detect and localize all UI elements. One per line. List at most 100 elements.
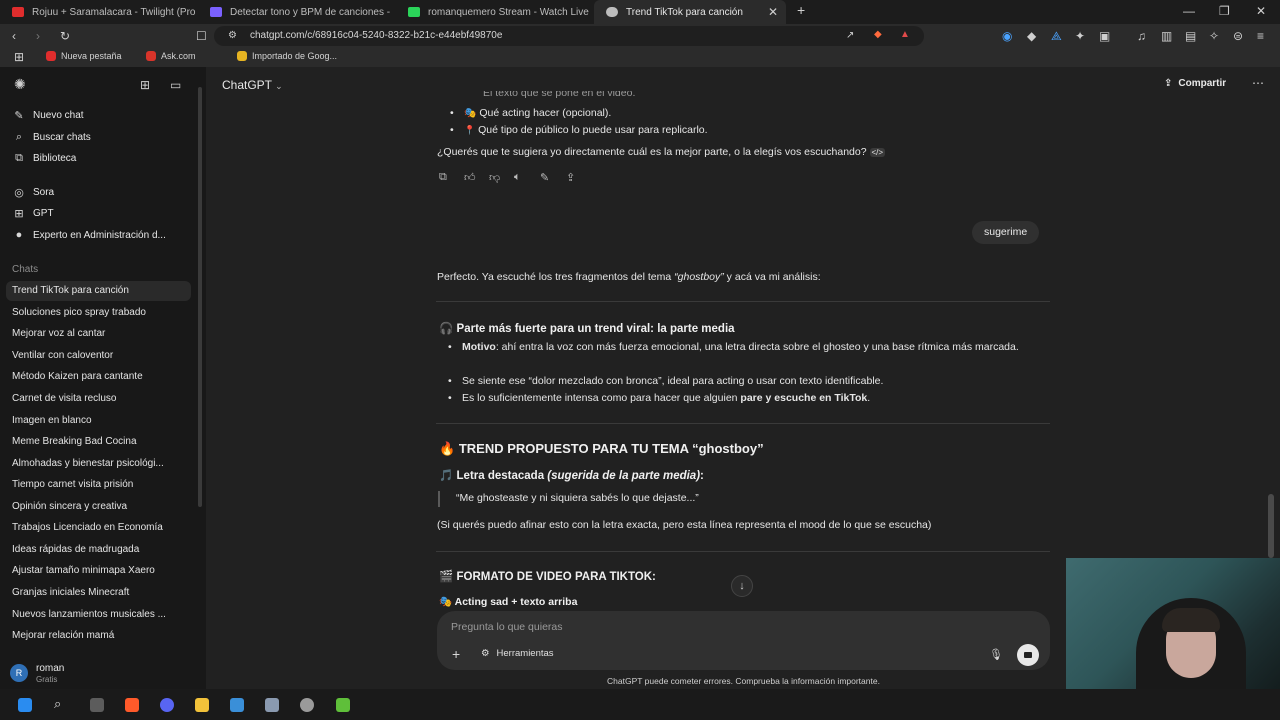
heading-text: FORMATO DE VIDEO PARA TIKTOK: [456,571,656,583]
sidebar-toggle-icon[interactable]: ▥ [1161,30,1172,42]
tools-button[interactable]: ⚙ Herramientas [481,648,554,659]
sidebar-item-gpt[interactable]: ⊞ GPT [12,207,53,220]
search-icon[interactable]: ⌕ [54,696,61,711]
wallet-icon[interactable]: ▤ [1185,30,1196,42]
sidebar-item-sora[interactable]: ◎ Sora [12,186,54,199]
bookmark-item[interactable]: Ask.com [146,51,196,61]
prompt-input[interactable] [451,619,1011,635]
sidebar-scrollbar[interactable] [198,87,202,507]
tab-title: Rojuu + Saramalacara - Twilight (Pro [32,6,196,18]
discord-icon[interactable] [160,698,174,712]
music-icon[interactable]: ♫ [1137,30,1146,42]
question-text: ¿Querés que te sugiera yo directamente c… [437,146,867,158]
copy-icon[interactable]: ⧉ [439,171,447,184]
composer: + ⚙ Herramientas 🎙︎ [437,611,1050,670]
minimize-icon[interactable]: — [1183,4,1195,18]
edit-canvas-icon[interactable]: ✎ [540,171,549,184]
back-icon[interactable]: ‹ [12,30,16,42]
browser-tab-active[interactable]: Trend TikTok para canción ✕ [594,0,786,24]
close-window-icon[interactable]: ✕ [1256,4,1266,18]
sidebar-chat-item[interactable]: Mejorar voz al cantar [12,328,190,339]
browser-tab-2[interactable]: Detectar tono y BPM de canciones - [198,0,394,24]
sidebar-item-library[interactable]: ⧉ Biblioteca [12,152,76,165]
openai-logo-icon[interactable]: ✺ [14,77,26,91]
close-tab-icon[interactable]: ✕ [768,5,778,19]
brave-browser-icon[interactable] [125,698,139,712]
tab-title: Detectar tono y BPM de canciones - [230,6,391,18]
puzzle-icon[interactable]: ✦ [1075,30,1085,42]
gpts-grid-icon[interactable]: ⊞ [140,79,150,91]
site-info-icon[interactable]: ⚙ [228,30,237,42]
sidebar-chat-item[interactable]: Tiempo carnet visita prisión [12,479,190,490]
assistant-question: ¿Querés que te sugiera yo directamente c… [437,144,886,161]
sidebar-chat-item[interactable]: Meme Breaking Bad Cocina [12,436,190,447]
sidebar-chat-item[interactable]: Método Kaizen para cantante [12,371,190,382]
sidebar-collapse-icon[interactable]: ▭ [170,79,181,91]
share-response-icon[interactable]: ⇪ [566,171,575,184]
heading-text: Letra destacada [456,470,548,482]
add-attachment-icon[interactable]: + [452,646,460,662]
main-scrollbar[interactable] [1268,494,1274,558]
store-icon[interactable] [230,698,244,712]
sidebar-chat-item[interactable]: Mejorar relación mamá [12,630,190,641]
model-selector[interactable]: ChatGPT ⌄ [222,78,283,92]
sidebar-chat-item[interactable]: Ajustar tamaño minimapa Xaero [12,565,190,576]
bookmark-item[interactable]: Nueva pestaña [46,51,122,61]
bookmarks-bar: ⊞ Nueva pestaña Ask.com Importado de Goo… [0,48,1280,67]
share-button[interactable]: ⇪ Compartir [1164,78,1226,89]
heading-text: Parte más fuerte para un trend viral: la… [456,323,735,335]
windows-start-icon[interactable] [18,698,32,712]
bookmark-item[interactable]: Importado de Goog... [237,51,337,61]
thumbs-up-icon[interactable]: 👍︎ [464,171,476,184]
share-page-icon[interactable]: ↗ [846,30,854,42]
thumbs-down-icon[interactable]: 👎︎ [489,171,500,184]
extension-icon[interactable]: ◉ [1002,30,1012,42]
voice-mode-button[interactable] [1017,644,1039,666]
calculator-icon[interactable] [265,698,279,712]
sidebar-chat-item[interactable]: Soluciones pico spray trabado [12,307,190,318]
extension-icon[interactable]: ▣ [1099,30,1110,42]
browser-tab-3[interactable]: romanquemero Stream - Watch Live [396,0,592,24]
bookmark-icon[interactable]: ☐ [196,30,207,42]
leo-icon[interactable]: ✧ [1209,30,1219,42]
browser-tab-1[interactable]: Rojuu + Saramalacara - Twilight (Pro [0,0,196,24]
more-options-icon[interactable]: ⋯ [1252,76,1264,90]
sidebar-chat-item[interactable]: Nuevos lanzamientos musicales ... [12,609,190,620]
microphone-icon[interactable]: 🎙︎ [989,648,1003,661]
url-field[interactable]: ⚙ chatgpt.com/c/68916c04-5240-8322-b21c-… [214,26,924,46]
sidebar-chat-item[interactable]: Granjas iniciales Minecraft [12,587,190,598]
new-tab-button[interactable]: + [797,2,805,18]
sidebar-chat-item[interactable]: Trend TikTok para canción [12,285,190,296]
rewards-icon[interactable]: ▲ [900,29,910,41]
extension-icon[interactable]: ⟁ [1051,30,1062,42]
sidebar-chat-item[interactable]: Opinión sincera y creativa [12,501,190,512]
sidebar-item-search[interactable]: ⌕ Buscar chats [12,131,91,144]
extension-icon[interactable]: ◆ [1027,30,1036,42]
menu-icon[interactable]: ≡ [1257,30,1264,42]
apps-grid-icon[interactable]: ⊞ [14,51,24,63]
read-aloud-icon[interactable]: 🔈︎ [514,171,521,184]
sidebar-chat-item[interactable]: Imagen en blanco [12,415,190,426]
file-explorer-icon[interactable] [195,698,209,712]
task-view-icon[interactable] [90,698,104,712]
subheading: 🎵 Letra destacada (sugerida de la parte … [439,468,704,482]
sidebar-item-expert-gpt[interactable]: ● Experto en Administración d... [12,229,166,241]
reload-icon[interactable]: ↻ [60,30,70,42]
sidebar-chat-item[interactable]: Trabajos Licenciado en Economía [12,522,190,533]
maximize-icon[interactable]: ❐ [1219,4,1230,18]
vpn-icon[interactable]: ⊜ [1233,30,1243,42]
pin-icon: 📍 [464,125,476,135]
minecraft-icon[interactable] [336,698,350,712]
forward-icon[interactable]: › [36,30,40,42]
app-icon[interactable] [300,698,314,712]
sidebar-chat-item[interactable]: Almohadas y bienestar psicológi... [12,458,190,469]
scroll-down-button[interactable]: ↓ [731,575,753,597]
sidebar-chat-item[interactable]: Ventilar con caloventor [12,350,190,361]
sidebar-item-new-chat[interactable]: ✎ Nuevo chat [12,109,83,122]
user-plan: Gratis [36,675,58,684]
bookmark-favicon-icon [46,51,56,61]
sidebar-chat-item[interactable]: Ideas rápidas de madrugada [12,544,190,555]
sidebar-chat-item[interactable]: Carnet de visita recluso [12,393,190,404]
brave-shield-icon[interactable]: ◆ [874,29,882,41]
browser-tab-bar: Rojuu + Saramalacara - Twilight (Pro Det… [0,0,1280,24]
